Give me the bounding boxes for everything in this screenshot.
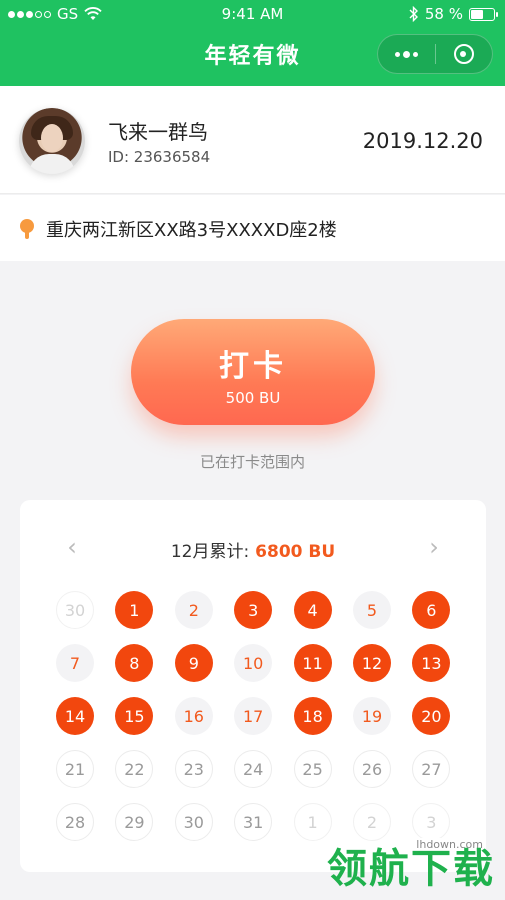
calendar-day[interactable]: 3 [234, 591, 273, 629]
calendar-day[interactable]: 30 [174, 803, 213, 841]
chevron-right-icon[interactable]: › [424, 535, 444, 560]
calendar-day[interactable]: 14 [56, 697, 94, 735]
calendar-day[interactable]: 27 [412, 750, 451, 788]
close-button[interactable] [436, 35, 493, 73]
calendar-day[interactable]: 12 [353, 644, 391, 682]
calendar-day[interactable]: 17 [234, 697, 273, 735]
calendar-day: 30 [56, 591, 94, 629]
calendar-day[interactable]: 29 [115, 803, 154, 841]
calendar-day[interactable]: 6 [412, 591, 451, 629]
watermark-logo: 领航下载 [327, 846, 495, 892]
calendar-day[interactable]: 19 [353, 697, 391, 735]
monthly-total-label: 12月累计: [170, 542, 250, 562]
punch-in-button[interactable]: 打卡 500 BU [131, 319, 375, 425]
calendar-day[interactable]: 2 [174, 591, 213, 629]
watermark: lhdown.com 领航下载 [309, 838, 495, 894]
current-date: 2019.12.20 [362, 129, 483, 153]
calendar-header: ‹ 12月累计: 6800 BU › [20, 535, 486, 562]
calendar-day[interactable]: 21 [56, 750, 94, 788]
close-mini-program-icon [453, 44, 474, 64]
top-bar: GS 9:41 AM 58 % 年轻有微 [0, 0, 505, 86]
calendar-day[interactable]: 23 [174, 750, 213, 788]
mini-program-capsule [377, 34, 493, 74]
monthly-total: 12月累计: 6800 BU [20, 537, 486, 562]
location-pin-icon [20, 219, 34, 239]
punch-label: 打卡 [219, 349, 287, 384]
calendar-day[interactable]: 9 [174, 644, 213, 682]
calendar-day[interactable]: 22 [115, 750, 154, 788]
more-button[interactable] [378, 35, 435, 73]
location-row[interactable]: 重庆两江新区XX路3号XXXXD座2楼 [0, 195, 505, 261]
avatar[interactable] [19, 108, 85, 174]
battery-percent: 58 % [424, 5, 463, 23]
punch-reward: 500 BU [225, 389, 281, 407]
calendar-day[interactable]: 20 [412, 697, 451, 735]
calendar-day[interactable]: 4 [293, 591, 332, 629]
range-status: 已在打卡范围内 [199, 453, 305, 471]
more-icon [394, 50, 418, 58]
calendar-day[interactable]: 31 [234, 803, 273, 841]
monthly-total-value: 6800 BU [255, 542, 336, 562]
calendar-day[interactable]: 8 [115, 644, 154, 682]
status-right: 58 % [409, 5, 498, 23]
bluetooth-icon [409, 6, 418, 22]
calendar-day[interactable]: 5 [353, 591, 391, 629]
battery-icon [469, 7, 498, 21]
user-id: ID: 23636584 [108, 148, 211, 166]
battery-fill [471, 9, 484, 19]
status-bar: GS 9:41 AM 58 % [0, 0, 505, 30]
calendar-day[interactable]: 24 [234, 750, 273, 788]
calendar-day[interactable]: 25 [293, 750, 332, 788]
calendar-card: ‹ 12月累计: 6800 BU › 30 1 2 3 4 5 6 7 8 9 10 11 12 13 14 1… [20, 500, 486, 872]
calendar-day[interactable]: 15 [115, 697, 154, 735]
address-text: 重庆两江新区XX路3号XXXXD座2楼 [46, 220, 337, 241]
calendar-day[interactable]: 10 [234, 644, 273, 682]
calendar-day[interactable]: 7 [56, 644, 94, 682]
profile-card: 飞来一群鸟 ID: 23636584 2019.12.20 [0, 86, 505, 194]
calendar-day: 1 [293, 803, 332, 841]
user-name: 飞来一群鸟 [108, 120, 208, 144]
calendar-day[interactable]: 11 [293, 644, 332, 682]
calendar-day[interactable]: 28 [56, 803, 94, 841]
calendar-day[interactable]: 1 [115, 591, 154, 629]
calendar-day[interactable]: 16 [174, 697, 213, 735]
calendar-day[interactable]: 18 [293, 697, 332, 735]
calendar-day[interactable]: 13 [412, 644, 451, 682]
calendar-day[interactable]: 26 [353, 750, 391, 788]
